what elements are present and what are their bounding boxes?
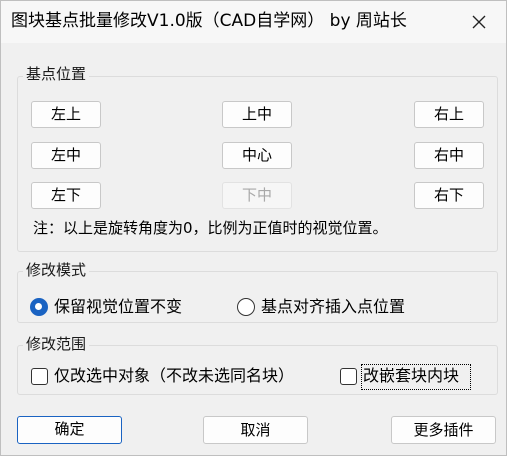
align-insert-radio[interactable] — [237, 298, 255, 316]
bottom-right-button[interactable]: 右下 — [414, 182, 484, 209]
middle-right-button[interactable]: 右中 — [414, 142, 484, 169]
scope-legend: 修改范围 — [23, 335, 90, 353]
mode-legend: 修改模式 — [23, 261, 90, 279]
top-right-button[interactable]: 右上 — [414, 101, 484, 128]
cancel-button[interactable]: 取消 — [203, 416, 308, 444]
keep-visual-radio[interactable] — [30, 298, 48, 316]
selected-only-checkbox[interactable] — [31, 368, 48, 385]
selected-only-label[interactable]: 仅改选中对象（不改未选同名块） — [54, 366, 294, 386]
nested-label[interactable]: 改嵌套块内块 — [363, 366, 459, 386]
top-center-button[interactable]: 上中 — [222, 101, 292, 128]
title-bar: 图块基点批量修改V1.0版（CAD自学网） by 周站长 — [1, 1, 506, 43]
window-title: 图块基点批量修改V1.0版（CAD自学网） by 周站长 — [11, 11, 407, 31]
dialog-window: 图块基点批量修改V1.0版（CAD自学网） by 周站长 基点位置 左上 上中 … — [0, 0, 507, 456]
ok-button[interactable]: 确定 — [17, 416, 122, 444]
bottom-left-button[interactable]: 左下 — [31, 182, 101, 209]
keep-visual-label[interactable]: 保留视觉位置不变 — [54, 297, 182, 317]
base-point-note: 注：以上是旋转角度为0，比例为正值时的视觉位置。 — [33, 219, 388, 237]
base-point-legend: 基点位置 — [23, 65, 90, 83]
close-button[interactable] — [462, 7, 496, 37]
top-left-button[interactable]: 左上 — [31, 101, 101, 128]
center-button[interactable]: 中心 — [222, 142, 292, 169]
middle-left-button[interactable]: 左中 — [31, 142, 101, 169]
more-plugins-button[interactable]: 更多插件 — [391, 416, 496, 444]
nested-checkbox[interactable] — [340, 368, 357, 385]
bottom-center-button: 下中 — [222, 182, 292, 209]
align-insert-label[interactable]: 基点对齐插入点位置 — [261, 297, 405, 317]
close-icon — [472, 15, 486, 29]
